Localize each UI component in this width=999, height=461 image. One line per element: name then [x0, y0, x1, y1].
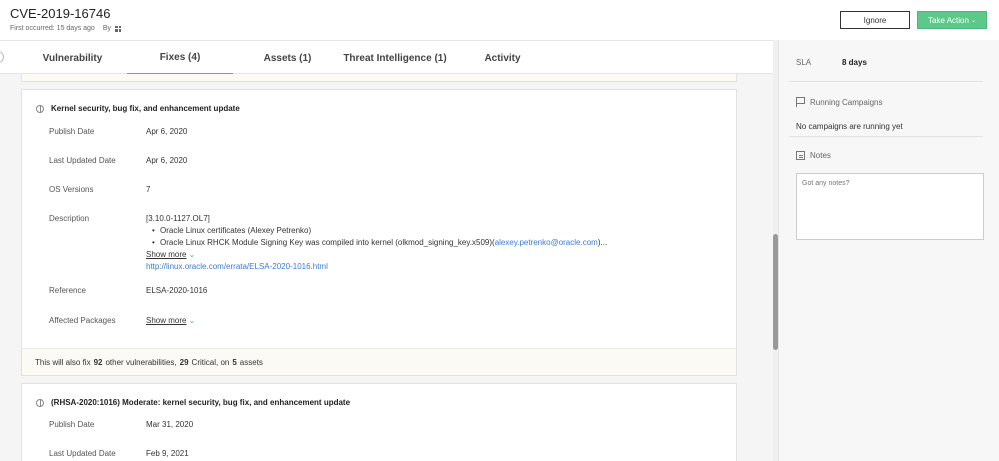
package-icon — [36, 398, 44, 407]
details-sidebar: SLA 8 days Running Campaigns No campaign… — [778, 40, 999, 461]
description-bullet-text: Oracle Linux RHCK Module Signing Key was… — [160, 238, 495, 247]
collapse-toggle-icon[interactable] — [0, 51, 4, 63]
reference-value: ELSA-2020-1016 — [146, 286, 208, 295]
fix-impact-summary: This will also fix 92 other vulnerabilit… — [22, 348, 736, 375]
critical-count: 29 — [179, 357, 189, 367]
publish-date-label: Publish Date — [49, 127, 95, 136]
asset-count: 5 — [232, 357, 237, 367]
tab-assets[interactable]: Assets (1) — [255, 41, 320, 75]
previous-fix-card — [21, 74, 737, 82]
take-action-button[interactable]: Take Action ⌄ — [917, 11, 987, 29]
sla-value: 8 days — [842, 58, 867, 67]
notes-title: Notes — [796, 151, 831, 160]
chevron-down-icon: ⌄ — [970, 17, 976, 24]
errata-link[interactable]: http://linux.oracle.com/errata/ELSA-2020… — [146, 261, 607, 273]
fix-title: (RHSA-2020:1016) Moderate: kernel securi… — [36, 398, 350, 407]
running-campaigns-label: Running Campaigns — [810, 97, 883, 107]
divider — [789, 81, 983, 82]
description-label: Description — [49, 214, 90, 223]
show-more-description[interactable]: Show more ⌄ — [146, 249, 607, 261]
description-list: Oracle Linux certificates (Alexey Petren… — [152, 225, 608, 249]
description-header: [3.10.0-1127.OL7] — [146, 214, 210, 223]
os-versions-value: 7 — [146, 185, 151, 194]
fix-title-text: (RHSA-2020:1016) Moderate: kernel securi… — [51, 398, 351, 407]
fix-title: Kernel security, bug fix, and enhancemen… — [36, 104, 240, 113]
chevron-down-icon: ⌄ — [188, 250, 196, 259]
package-icon — [36, 104, 44, 113]
other-vuln-count: 92 — [93, 357, 103, 367]
fix-title-text: Kernel security, bug fix, and enhancemen… — [51, 104, 240, 113]
by-label: By — [102, 25, 111, 32]
description-bullet-suffix: )... — [597, 238, 608, 247]
last-updated-value: Apr 6, 2020 — [146, 156, 188, 165]
affected-packages-label: Affected Packages — [49, 316, 116, 325]
last-updated-label: Last Updated Date — [49, 156, 116, 165]
fix-card: Kernel security, bug fix, and enhancemen… — [21, 89, 737, 376]
show-more-link[interactable]: Show more — [146, 316, 186, 325]
last-updated-value: Feb 9, 2021 — [146, 449, 189, 458]
publish-date-value: Mar 31, 2020 — [146, 420, 194, 429]
tab-threat-intelligence[interactable]: Threat Intelligence (1) — [340, 41, 450, 75]
last-updated-label: Last Updated Date — [49, 449, 116, 458]
affected-packages-toggle[interactable]: Show more ⌄ — [146, 316, 195, 325]
summary-assets-label: assets — [239, 357, 263, 367]
sla-label: SLA — [796, 58, 812, 67]
flag-icon — [796, 97, 805, 107]
publish-date-label: Publish Date — [49, 420, 95, 429]
tab-activity[interactable]: Activity — [475, 41, 530, 75]
page-header: CVE-2019-16746 First occurred: 15 days a… — [0, 0, 999, 40]
notes-textarea[interactable] — [796, 173, 984, 240]
first-occurred-line: First occurred: 15 days ago By — [10, 25, 121, 32]
summary-prefix: This will also fix — [35, 357, 91, 367]
ignore-button[interactable]: Ignore — [840, 11, 910, 29]
fix-card: (RHSA-2020:1016) Moderate: kernel securi… — [21, 383, 737, 461]
description-bullet: Oracle Linux certificates (Alexey Petren… — [152, 225, 607, 237]
running-campaigns-title: Running Campaigns — [796, 97, 883, 107]
tab-vulnerability[interactable]: Vulnerability — [30, 41, 115, 75]
show-more-link[interactable]: Show more — [146, 250, 186, 259]
email-link[interactable]: alexey.petrenko@oracle.com — [495, 238, 598, 247]
take-action-label: Take Action — [928, 15, 969, 25]
divider — [789, 136, 983, 137]
notes-icon — [796, 151, 805, 160]
summary-critical-label: Critical, on — [191, 357, 230, 367]
no-campaigns-text: No campaigns are running yet — [796, 122, 903, 131]
description-value: [3.10.0-1127.OL7] Oracle Linux certifica… — [146, 213, 607, 273]
fixes-panel: Kernel security, bug fix, and enhancemen… — [0, 74, 773, 461]
tab-fixes[interactable]: Fixes (4) — [127, 41, 233, 75]
notes-label: Notes — [810, 151, 831, 160]
page-title: CVE-2019-16746 — [10, 6, 111, 21]
first-occurred-text: First occurred: 15 days ago — [10, 25, 95, 32]
windows-icon — [115, 25, 121, 32]
tab-bar: Vulnerability Fixes (4) Assets (1) Threa… — [0, 40, 773, 75]
publish-date-value: Apr 6, 2020 — [146, 127, 188, 136]
description-bullet: Oracle Linux RHCK Module Signing Key was… — [152, 237, 608, 249]
os-versions-label: OS Versions — [49, 185, 94, 194]
reference-label: Reference — [49, 286, 86, 295]
chevron-down-icon: ⌄ — [188, 316, 196, 325]
summary-mid: other vulnerabilities, — [105, 357, 177, 367]
